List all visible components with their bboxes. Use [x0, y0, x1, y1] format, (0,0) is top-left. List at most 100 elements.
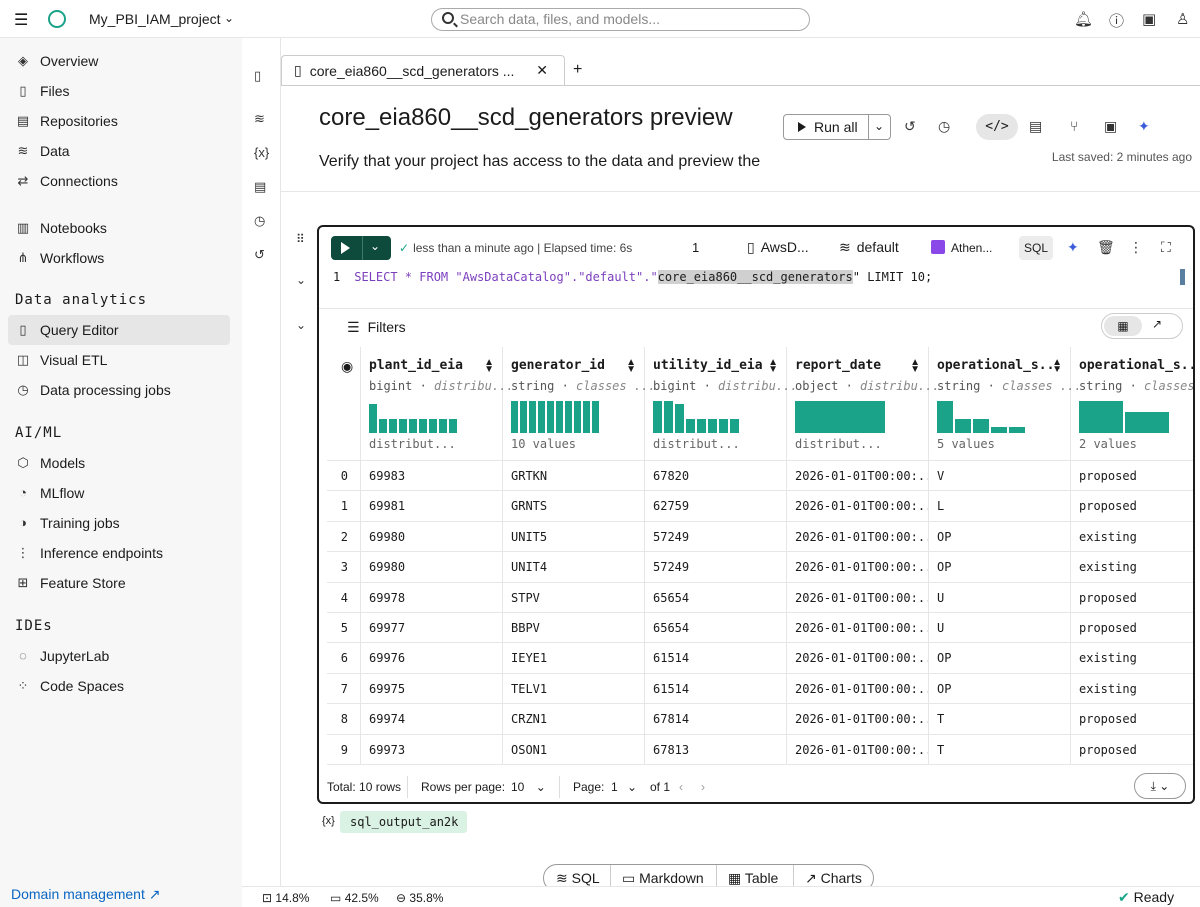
language-badge[interactable]: SQL: [1019, 236, 1053, 260]
book-icon[interactable]: ▯: [254, 68, 261, 84]
user-icon[interactable]: ♙: [1176, 10, 1189, 28]
table-cell[interactable]: OP: [929, 673, 1071, 705]
code-view-toggle[interactable]: </>: [976, 114, 1018, 140]
table-cell[interactable]: proposed: [1071, 491, 1193, 522]
history-icon[interactable]: ↺: [904, 118, 916, 135]
sort-icon[interactable]: ▲ ▼: [768, 358, 778, 375]
table-cell[interactable]: 2026-01-01T00:00:...: [787, 582, 929, 613]
tab-notebook[interactable]: ▯ core_eia860__scd_generators ... ✕: [281, 55, 565, 85]
table-cell[interactable]: existing: [1071, 674, 1193, 705]
sidebar-item-mlflow[interactable]: ◔ MLflow: [8, 478, 230, 508]
table-cell[interactable]: OP: [929, 552, 1071, 583]
table-cell[interactable]: 2026-01-01T00:00:...: [787, 643, 929, 674]
sidebar-item-data[interactable]: ≋ Data: [8, 136, 230, 166]
fullscreen-icon[interactable]: ⛶: [1161, 239, 1171, 256]
table-cell[interactable]: U: [929, 612, 1071, 644]
engine-selector[interactable]: Athen...: [931, 240, 992, 255]
sparkle-icon[interactable]: ✦: [1067, 239, 1079, 256]
table-cell[interactable]: proposed: [1071, 704, 1193, 735]
branch-icon[interactable]: ⑂: [1070, 118, 1078, 134]
filters-button[interactable]: ☰ Filters: [347, 319, 406, 336]
table-cell[interactable]: existing: [1071, 522, 1193, 553]
table-cell[interactable]: 65654: [645, 612, 787, 644]
chevron-down-icon[interactable]: ⌄: [224, 11, 234, 25]
catalog-selector[interactable]: ▯ AwsD...: [747, 239, 809, 256]
table-cell[interactable]: 61514: [645, 673, 787, 705]
app-logo-icon[interactable]: [48, 10, 66, 28]
scrollbar-marker[interactable]: [1180, 269, 1185, 285]
table-cell[interactable]: 2026-01-01T00:00:...: [787, 552, 929, 583]
search-input[interactable]: Search data, files, and models...: [431, 8, 810, 31]
view-toggle[interactable]: ▦ ↗: [1101, 313, 1183, 339]
table-cell[interactable]: 61514: [645, 643, 787, 674]
table-cell[interactable]: OP: [929, 521, 1071, 553]
add-table-button[interactable]: ▦ Table: [728, 870, 778, 887]
feedback-icon[interactable]: ▣: [1142, 10, 1156, 28]
table-cell[interactable]: proposed: [1071, 583, 1193, 613]
sidebar-item-files[interactable]: ▯ Files: [8, 76, 230, 106]
table-cell[interactable]: 69977: [361, 612, 503, 644]
document-icon[interactable]: ▤: [1029, 118, 1042, 135]
more-options-icon[interactable]: ⋮: [1129, 239, 1143, 256]
sidebar-item-data-processing-jobs[interactable]: ◷ Data processing jobs: [8, 375, 230, 405]
bell-icon[interactable]: 🔔︎: [1074, 10, 1093, 28]
table-cell[interactable]: 67813: [645, 734, 787, 765]
table-cell[interactable]: 67814: [645, 704, 787, 735]
table-cell[interactable]: 2026-01-01T00:00:...: [787, 461, 929, 492]
sql-cell[interactable]: ⌄ ✓ less than a minute ago | Elapsed time…: [317, 225, 1195, 804]
table-cell[interactable]: 67820: [645, 461, 787, 492]
variables-icon[interactable]: {x}: [254, 145, 269, 160]
table-cell[interactable]: existing: [1071, 643, 1193, 674]
column-header[interactable]: operational_s... ▲ ▼ string · classes ... 5 …: [929, 347, 1082, 461]
add-sql-button[interactable]: ≋ SQL: [556, 870, 600, 887]
sidebar-item-query-editor[interactable]: ▯ Query Editor: [8, 315, 230, 345]
sidebar-item-visual-etl[interactable]: ◫ Visual ETL: [8, 345, 230, 375]
sidebar-item-jupyterlab[interactable]: ◌ JupyterLab: [8, 641, 230, 671]
table-cell[interactable]: proposed: [1071, 613, 1193, 644]
sort-icon[interactable]: ▲ ▼: [484, 358, 494, 375]
table-cell[interactable]: OSON1: [503, 734, 645, 765]
table-cell[interactable]: U: [929, 582, 1071, 613]
table-cell[interactable]: 2026-01-01T00:00:...: [787, 673, 929, 705]
download-button[interactable]: ⤓ ⌄: [1134, 773, 1186, 799]
drag-handle-icon[interactable]: ⠿: [296, 232, 305, 246]
sort-icon[interactable]: ▲ ▼: [1052, 358, 1062, 375]
sort-icon[interactable]: ▲ ▼: [910, 358, 920, 375]
database-selector[interactable]: ≋ default: [839, 239, 899, 256]
table-cell[interactable]: 69983: [361, 461, 503, 492]
kernel-status[interactable]: ✔ Ready: [1118, 889, 1174, 906]
table-cell[interactable]: 65654: [645, 582, 787, 613]
chevron-left-icon[interactable]: ‹: [679, 780, 683, 794]
table-cell[interactable]: UNIT4: [503, 552, 645, 583]
table-cell[interactable]: existing: [1071, 552, 1193, 583]
run-all-button[interactable]: Run all ⌄: [783, 114, 891, 140]
collapse-output-icon[interactable]: ⌄: [296, 318, 306, 332]
chevron-right-icon[interactable]: ›: [701, 780, 705, 794]
table-cell[interactable]: 69976: [361, 643, 503, 674]
schedule-icon[interactable]: ◷: [938, 118, 950, 135]
sidebar-item-training-jobs[interactable]: ◑ Training jobs: [8, 508, 230, 538]
help-icon[interactable]: ⓘ: [1109, 10, 1124, 31]
sidebar-item-code-spaces[interactable]: ⁘ Code Spaces: [8, 671, 230, 701]
sidebar-item-connections[interactable]: ⇄ Connections: [8, 166, 230, 196]
page-select[interactable]: 1 ⌄: [611, 780, 637, 794]
table-cell[interactable]: 2026-01-01T00:00:...: [787, 612, 929, 644]
table-cell[interactable]: 57249: [645, 521, 787, 553]
schedule-icon[interactable]: ◷: [254, 213, 265, 229]
table-cell[interactable]: OP: [929, 643, 1071, 674]
eye-icon[interactable]: ◉: [341, 358, 353, 375]
sidebar-item-notebooks[interactable]: ▥ Notebooks: [8, 213, 230, 243]
code-editor[interactable]: 1 SELECT * FROM "AwsDataCatalog"."default…: [333, 270, 932, 284]
table-cell[interactable]: 69974: [361, 704, 503, 735]
chevron-down-icon[interactable]: ⌄: [370, 239, 380, 253]
save-icon[interactable]: ▣: [1104, 118, 1117, 135]
table-cell[interactable]: STPV: [503, 582, 645, 613]
table-cell[interactable]: TELV1: [503, 673, 645, 705]
column-header[interactable]: generator_id ▲ ▼ string · classes ... 10 val…: [503, 347, 656, 461]
table-cell[interactable]: 2026-01-01T00:00:...: [787, 704, 929, 735]
table-cell[interactable]: 69980: [361, 521, 503, 553]
close-icon[interactable]: ✕: [536, 62, 548, 79]
table-cell[interactable]: GRTKN: [503, 461, 645, 492]
table-cell[interactable]: 69980: [361, 552, 503, 583]
table-cell[interactable]: 69975: [361, 673, 503, 705]
